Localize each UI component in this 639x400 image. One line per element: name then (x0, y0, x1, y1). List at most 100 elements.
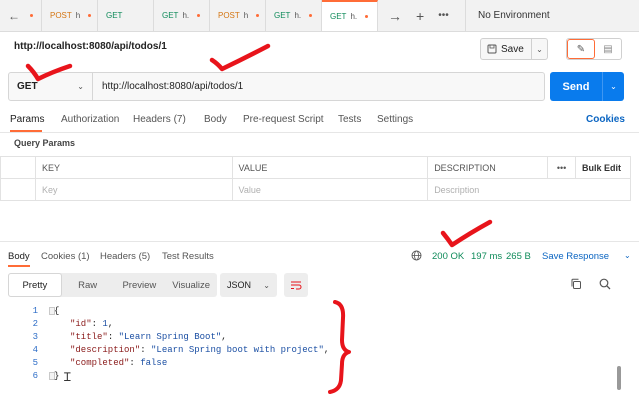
tab-label: h. (350, 12, 358, 21)
response-tab-headers-count: (5) (138, 251, 151, 262)
unsaved-dot-icon (256, 14, 260, 17)
code-open-brace: { (54, 306, 60, 316)
tab-6-active[interactable]: GET h. (322, 0, 378, 31)
code-line: "description": "Learn Spring boot with p… (70, 345, 330, 355)
send-label: Send (562, 80, 590, 93)
response-tab-cookies-count: (1) (77, 251, 90, 262)
description-input[interactable]: Description (427, 178, 631, 201)
response-view-modes: Pretty Raw Preview Visualize (8, 273, 217, 297)
send-dropdown-chevron-icon[interactable]: ⌄ (602, 72, 624, 101)
format-select[interactable]: JSON ⌄ (220, 273, 277, 297)
json-comma: , (323, 345, 330, 355)
json-value: "Learn Spring Boot" (118, 332, 222, 342)
response-tab-test-results[interactable]: Test Results (162, 251, 214, 262)
save-button[interactable]: Save ⌄ (480, 38, 548, 60)
more-columns-icon[interactable]: ••• (547, 156, 577, 179)
mode-preview[interactable]: Preview (114, 273, 166, 297)
tab-method: GET (162, 11, 179, 20)
tab-headers-label: Headers (133, 114, 171, 125)
tab-0[interactable]: ← (0, 0, 42, 31)
response-tab-headers[interactable]: Headers (5) (100, 251, 150, 262)
value-input[interactable]: Value (231, 178, 429, 201)
response-toolbar: Pretty Raw Preview Visualize JSON ⌄ (8, 273, 631, 297)
more-tabs-icon[interactable]: ••• (438, 10, 449, 21)
response-tab-body[interactable]: Body (8, 251, 30, 262)
status-code[interactable]: 200 OK (432, 251, 464, 262)
key-input[interactable]: Key (34, 178, 233, 201)
chevron-down-icon: ⌄ (77, 82, 84, 91)
tab-method: GET (106, 11, 123, 20)
send-button[interactable]: Send ⌄ (550, 72, 624, 101)
url-input[interactable] (93, 73, 544, 100)
format-label: JSON (227, 280, 252, 290)
tab-params[interactable]: Params (10, 114, 44, 125)
checkbox-column-header (0, 156, 36, 179)
new-tab-plus-icon[interactable]: + (416, 8, 424, 24)
mode-visualize[interactable]: Visualize (165, 273, 217, 297)
query-params-table: KEY VALUE DESCRIPTION ••• Bulk Edit Key … (0, 156, 631, 201)
tab-method: GET (274, 11, 291, 20)
tab-body[interactable]: Body (204, 114, 227, 125)
table-header-row: KEY VALUE DESCRIPTION ••• Bulk Edit (0, 156, 631, 179)
tab-authorization[interactable]: Authorization (61, 114, 119, 125)
save-icon (487, 44, 497, 54)
forward-arrow-icon[interactable]: → (388, 8, 402, 24)
cookies-link[interactable]: Cookies (586, 114, 625, 125)
divider (0, 132, 639, 133)
tab-method: GET (330, 12, 347, 21)
copy-icon[interactable] (570, 278, 582, 293)
mode-pretty[interactable]: Pretty (8, 273, 62, 297)
environment-selector[interactable]: No Environment (466, 0, 639, 31)
back-arrow-icon[interactable]: ← (8, 9, 20, 23)
tab-label: h (75, 11, 81, 20)
response-body-editor[interactable]: 1 2 3 4 5 6 { "id": 1, "title": "Learn S… (0, 306, 631, 390)
json-key: "title" (70, 332, 108, 342)
method-label: GET (17, 81, 38, 92)
tab-tests[interactable]: Tests (338, 114, 361, 125)
tab-headers-count: (7) (173, 114, 186, 125)
tab-5[interactable]: GET h. (266, 0, 322, 31)
request-title[interactable]: http://localhost:8080/api/todos/1 (14, 41, 167, 52)
json-key: "completed" (70, 358, 130, 368)
tab-2[interactable]: GET (98, 0, 154, 31)
column-header-key: KEY (34, 156, 233, 179)
response-tab-cookies-label: Cookies (41, 251, 76, 262)
tab-method: POST (50, 11, 72, 20)
search-icon[interactable] (599, 278, 611, 293)
json-value: "Learn Spring boot with project" (151, 345, 324, 355)
json-key: "description" (70, 345, 141, 355)
line-number: 5 (32, 358, 38, 368)
tab-prerequest-script[interactable]: Pre-request Script (243, 114, 324, 125)
response-time[interactable]: 197 ms (471, 251, 502, 262)
save-response-chevron-icon[interactable]: ⌄ (624, 251, 631, 260)
tab-settings[interactable]: Settings (377, 114, 413, 125)
mode-raw[interactable]: Raw (62, 273, 114, 297)
environment-label: No Environment (478, 10, 550, 21)
response-divider[interactable] (0, 241, 639, 242)
tab-strip: ← POST h GET GET h. POST h GET h. GET h.… (0, 0, 639, 32)
line-number: 6 (32, 371, 38, 381)
line-number: 1 (32, 306, 38, 316)
code-line: "title": "Learn Spring Boot", (70, 332, 227, 342)
code-line: "completed": false (70, 358, 168, 368)
save-dropdown-chevron-icon[interactable]: ⌄ (531, 39, 547, 59)
documentation-icon[interactable]: ▤ (595, 39, 621, 59)
globe-icon[interactable] (411, 250, 422, 264)
editor-scrollbar[interactable] (615, 306, 623, 390)
wrap-lines-button[interactable] (284, 273, 308, 297)
tab-1[interactable]: POST h (42, 0, 98, 31)
response-tab-cookies[interactable]: Cookies (1) (41, 251, 90, 262)
bulk-edit-button[interactable]: Bulk Edit (575, 156, 631, 179)
tab-actions: → + ••• (378, 0, 466, 31)
json-comma: , (221, 332, 227, 342)
edit-pencil-icon[interactable]: ✎ (567, 39, 595, 59)
method-select[interactable]: GET ⌄ (9, 73, 93, 100)
tab-4[interactable]: POST h (210, 0, 266, 31)
tab-headers[interactable]: Headers (7) (133, 114, 186, 125)
text-cursor-icon: Ɪ (64, 371, 71, 385)
tab-3[interactable]: GET h. (154, 0, 210, 31)
scrollbar-thumb[interactable] (617, 366, 621, 390)
save-response-button[interactable]: Save Response (542, 251, 609, 262)
response-size[interactable]: 265 B (506, 251, 531, 262)
column-header-value: VALUE (231, 156, 429, 179)
